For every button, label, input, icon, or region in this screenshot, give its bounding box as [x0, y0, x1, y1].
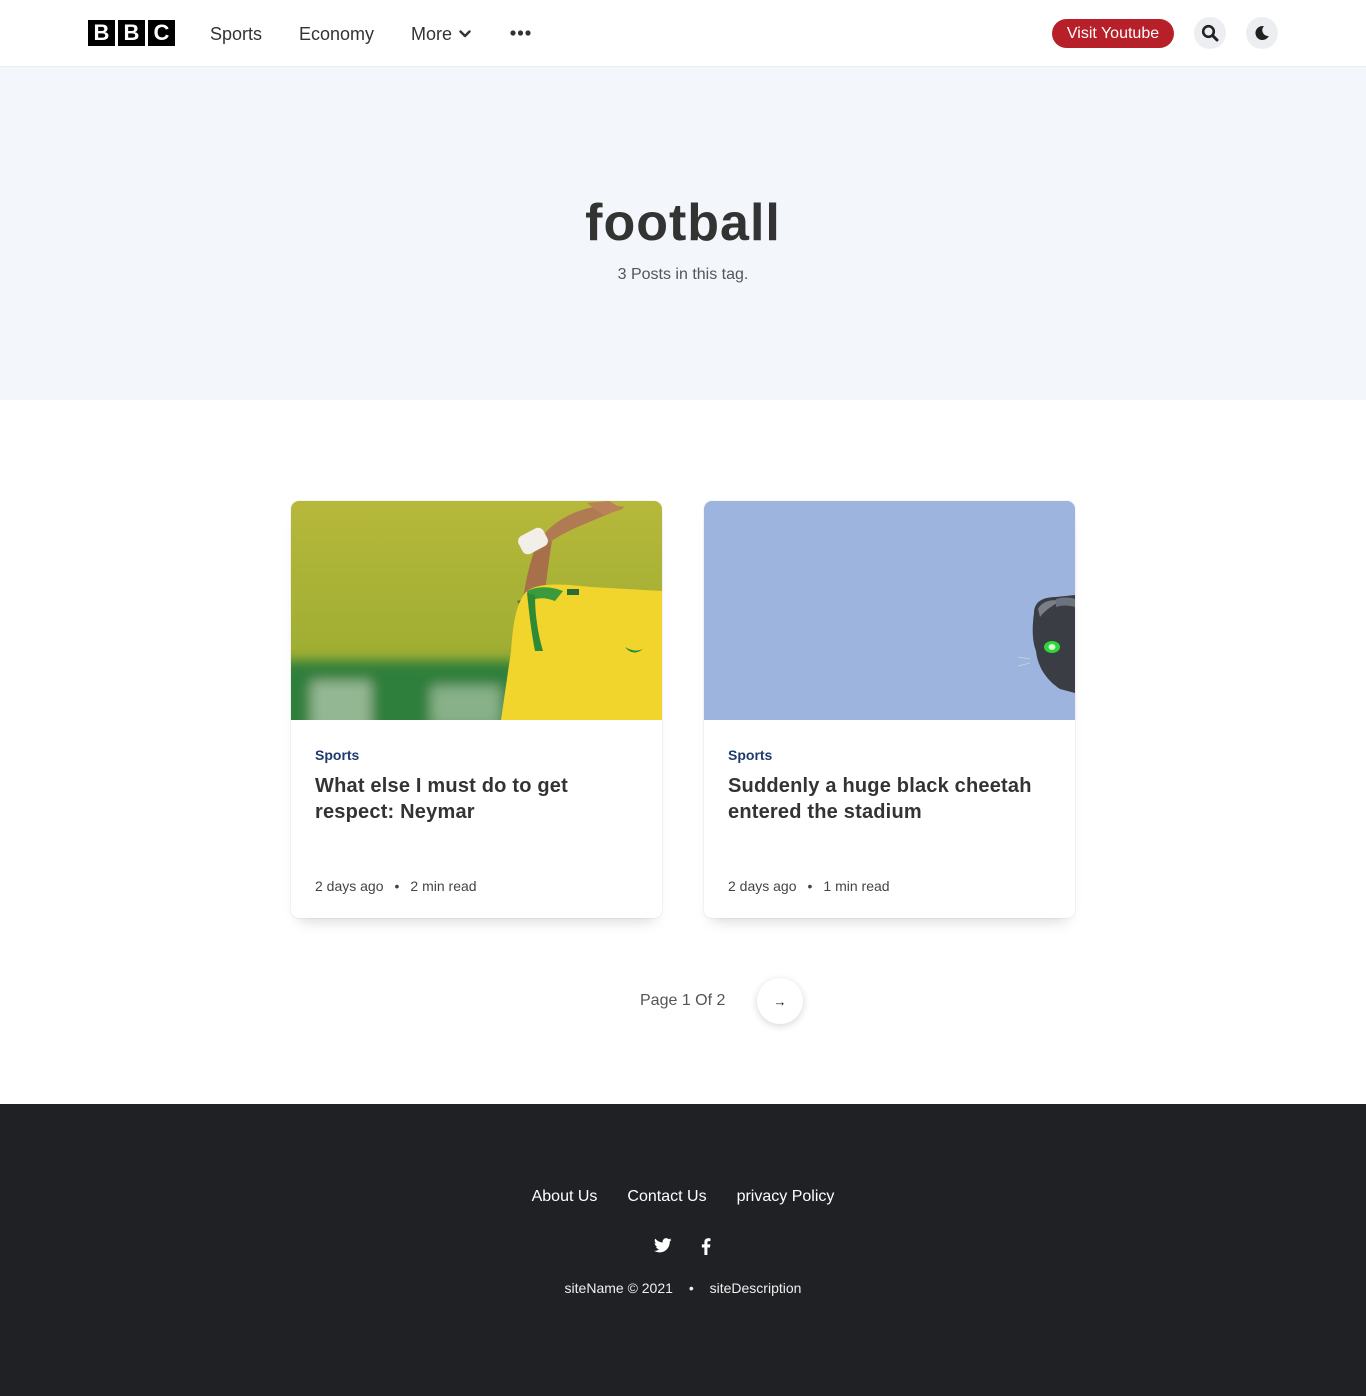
- nav-sports[interactable]: Sports: [210, 22, 262, 46]
- post-card[interactable]: Sports Suddenly a huge black cheetah ent…: [704, 501, 1075, 918]
- post-image-cheetah[interactable]: [704, 501, 1075, 720]
- arrow-right-icon: →: [773, 993, 787, 1009]
- site-footer: About Us Contact Us privacy Policy siteN…: [0, 1104, 1366, 1396]
- site-description: siteDescription: [709, 1280, 802, 1296]
- nav-economy[interactable]: Economy: [299, 22, 374, 46]
- post-title[interactable]: What else I must do to get respect: Neym…: [315, 773, 645, 825]
- moon-icon: [1255, 26, 1269, 41]
- search-button[interactable]: [1194, 17, 1226, 49]
- meta-separator: •: [807, 878, 813, 894]
- bbc-logo[interactable]: B B C: [88, 20, 175, 46]
- twitter-icon[interactable]: [653, 1238, 672, 1258]
- footer-copyright: siteName © 2021 • siteDescription: [0, 1279, 1366, 1297]
- post-date: 2 days ago: [728, 878, 797, 894]
- pagination-label: Page 1 Of 2: [640, 992, 726, 1009]
- logo-letter: C: [148, 20, 175, 46]
- tag-post-count: 3 Posts in this tag.: [617, 266, 749, 283]
- post-meta: 2 days ago • 1 min read: [728, 877, 890, 895]
- tag-hero: football 3 Posts in this tag.: [0, 67, 1366, 400]
- post-category[interactable]: Sports: [315, 746, 359, 764]
- nav-more[interactable]: More: [411, 22, 471, 46]
- tag-title: football: [585, 194, 781, 252]
- post-image-neymar[interactable]: [291, 501, 662, 720]
- logo-letter: B: [118, 20, 145, 46]
- footer-link-privacy[interactable]: privacy Policy: [737, 1187, 835, 1207]
- more-dots-icon[interactable]: [510, 26, 531, 45]
- post-meta: 2 days ago • 2 min read: [315, 877, 477, 895]
- post-read-time: 1 min read: [823, 878, 890, 894]
- dark-mode-toggle[interactable]: [1246, 17, 1278, 49]
- footer-link-about[interactable]: About Us: [532, 1187, 598, 1207]
- footer-separator: •: [688, 1280, 694, 1296]
- copyright-text: siteName © 2021: [564, 1280, 673, 1296]
- search-icon: [1201, 24, 1219, 42]
- facebook-icon[interactable]: [701, 1238, 711, 1260]
- visit-youtube-button[interactable]: Visit Youtube: [1052, 19, 1174, 48]
- post-card[interactable]: Sports What else I must do to get respec…: [291, 501, 662, 918]
- site-header: B B C Sports Economy More Visit Youtube: [0, 0, 1366, 67]
- next-page-button[interactable]: →: [757, 978, 803, 1024]
- post-category[interactable]: Sports: [728, 746, 772, 764]
- post-title[interactable]: Suddenly a huge black cheetah entered th…: [728, 773, 1058, 825]
- footer-link-contact[interactable]: Contact Us: [627, 1187, 706, 1207]
- meta-separator: •: [394, 878, 400, 894]
- nav-more-label: More: [411, 24, 453, 44]
- chevron-down-icon: [459, 30, 471, 38]
- post-date: 2 days ago: [315, 878, 384, 894]
- logo-letter: B: [88, 20, 115, 46]
- post-read-time: 2 min read: [410, 878, 477, 894]
- footer-links: About Us Contact Us privacy Policy: [0, 1187, 1366, 1207]
